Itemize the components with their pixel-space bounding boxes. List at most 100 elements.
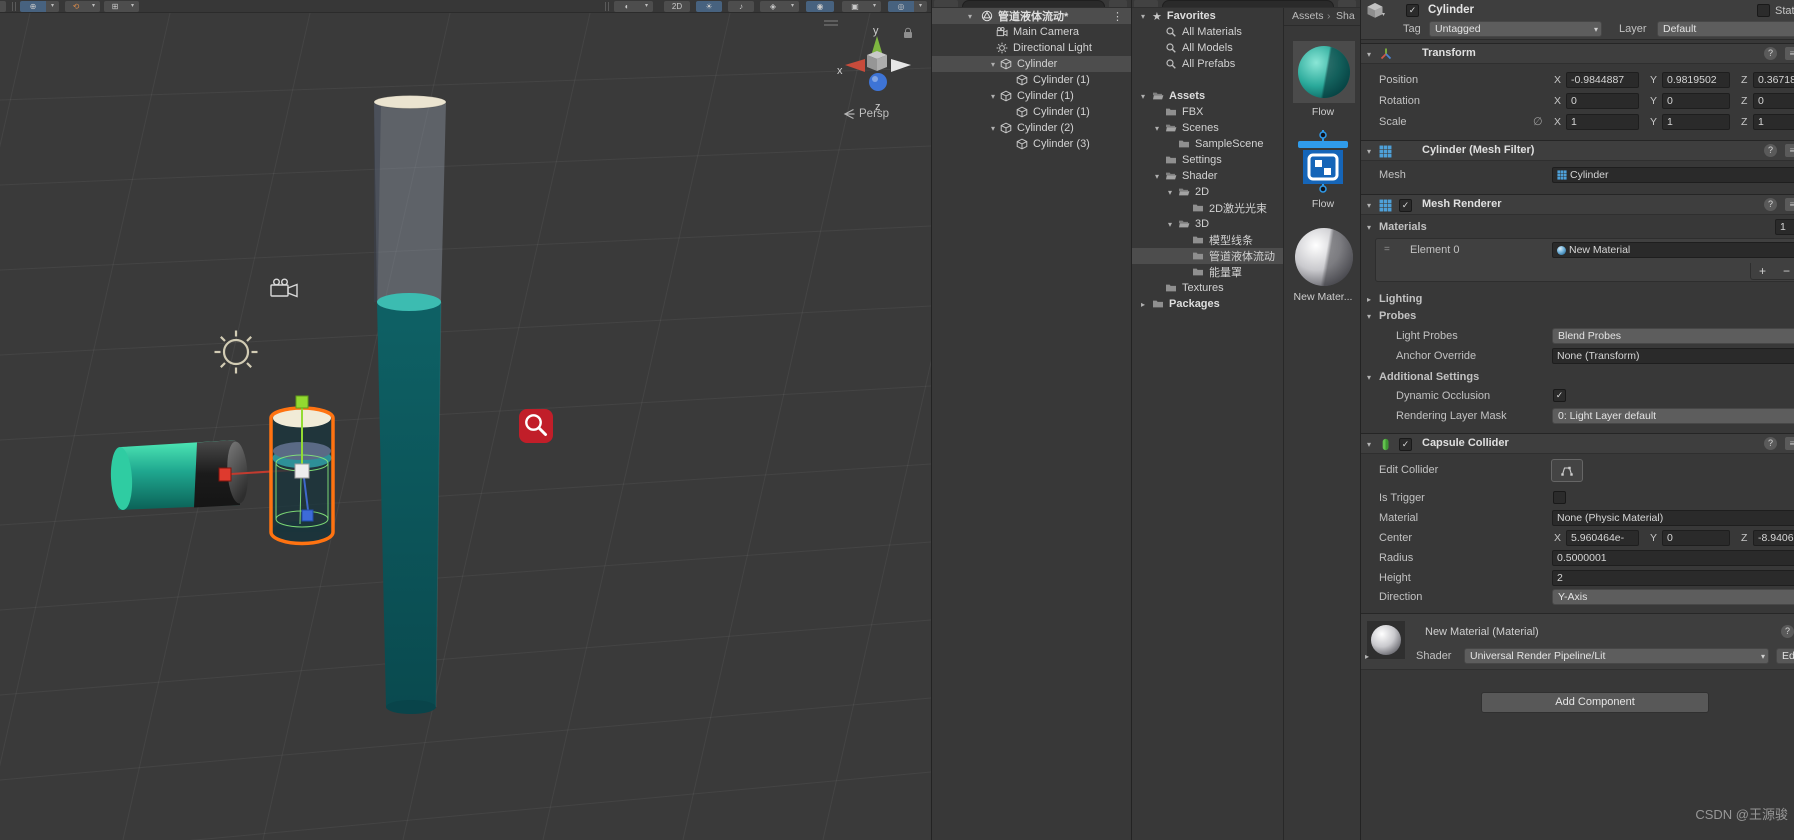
preset-icon[interactable]: ≡	[1785, 144, 1794, 157]
gameobject-active-checkbox[interactable]: ✓	[1406, 4, 1419, 17]
effects-toggle[interactable]: ◈	[760, 1, 786, 12]
shader-edit-button[interactable]: Edit	[1776, 648, 1794, 664]
gizmo-right-axis[interactable]	[891, 59, 911, 72]
foldout-icon[interactable]: ▸	[1138, 300, 1148, 309]
project-all-materials[interactable]: All Materials	[1132, 24, 1283, 40]
magnifier-badge-gizmo[interactable]	[519, 409, 553, 443]
position-y-field[interactable]: 0.9819502	[1662, 72, 1730, 88]
project-settings[interactable]: Settings	[1132, 152, 1283, 168]
tool-handle-position-dropdown[interactable]: ▾	[46, 1, 59, 12]
scene-viewport-canvas[interactable]	[0, 13, 931, 840]
gizmo-z-axis[interactable]	[869, 73, 887, 91]
hierarchy-item-main-camera[interactable]: Main Camera	[932, 24, 1131, 40]
probes-label[interactable]: Probes	[1379, 310, 1416, 322]
light-probes-dropdown[interactable]: Blend Probes	[1552, 328, 1794, 344]
preset-icon[interactable]: ≡	[1785, 47, 1794, 60]
additional-settings-label[interactable]: Additional Settings	[1379, 371, 1479, 383]
hierarchy-item-directional-light[interactable]: Directional Light	[932, 40, 1131, 56]
tag-dropdown[interactable]: Untagged ▾	[1429, 21, 1602, 37]
materials-size-field[interactable]: 1	[1775, 219, 1794, 235]
preset-icon[interactable]: ≡	[1785, 198, 1794, 211]
cropped-tool-button[interactable]	[0, 1, 6, 12]
breadcrumb[interactable]: Assets › Sha	[1284, 8, 1360, 26]
asset-label[interactable]: New Mater...	[1284, 291, 1360, 303]
project-search-input[interactable]	[1162, 0, 1334, 7]
remove-material-button[interactable]: −	[1783, 264, 1790, 278]
foldout-icon[interactable]: ▾	[1367, 440, 1371, 449]
hierarchy-filter-icon[interactable]	[1109, 0, 1127, 7]
asset-thumb-new-material[interactable]	[1293, 226, 1355, 288]
create-button[interactable]	[1134, 0, 1158, 7]
material-foldout-icon[interactable]: ▸	[1365, 652, 1369, 661]
rotation-y-field[interactable]: 0	[1662, 93, 1730, 109]
project-model-lines[interactable]: 模型线条	[1132, 232, 1283, 248]
audio-toggle[interactable]: ♪	[728, 1, 754, 12]
draw-mode-button[interactable]: ◐	[614, 1, 640, 12]
project-textures[interactable]: Textures	[1132, 280, 1283, 296]
add-material-button[interactable]: +	[1759, 264, 1766, 278]
material-preview-thumb[interactable]	[1367, 621, 1405, 659]
scene-menu-icon[interactable]: ⋮	[1112, 10, 1123, 23]
tool-handle-rotation-button[interactable]: ⟲	[65, 1, 87, 12]
asset-label[interactable]: Flow	[1284, 198, 1360, 210]
additional-foldout-icon[interactable]: ▾	[1367, 373, 1371, 382]
radius-field[interactable]: 0.5000001	[1552, 550, 1794, 566]
rotation-x-field[interactable]: 0	[1566, 93, 1639, 109]
constrain-proportions-icon[interactable]: ∅	[1533, 115, 1543, 128]
move-gizmo-center[interactable]	[294, 463, 310, 479]
project-energy-shield[interactable]: 能量罩	[1132, 264, 1283, 280]
scene-lighting-toggle[interactable]: ☀	[696, 1, 722, 12]
probes-foldout-icon[interactable]: ▾	[1367, 312, 1371, 321]
add-component-button[interactable]: Add Component	[1481, 692, 1709, 713]
foldout-icon[interactable]: ▾	[1138, 12, 1148, 21]
foldout-icon[interactable]: ▾	[988, 124, 998, 133]
project-all-prefabs[interactable]: All Prefabs	[1132, 56, 1283, 72]
camera-gizmo[interactable]	[270, 278, 298, 298]
scene-visibility-toggle[interactable]: ◉	[806, 1, 834, 12]
mesh-renderer-header[interactable]: ▾ ✓ Mesh Renderer ? ≡	[1361, 194, 1794, 215]
gizmos-toggle[interactable]: ◎	[888, 1, 914, 12]
grid-snapping-dropdown[interactable]: ▾	[126, 1, 139, 12]
tool-handle-rotation-dropdown[interactable]: ▾	[87, 1, 100, 12]
gizmos-dropdown[interactable]: ▾	[914, 1, 927, 12]
project-options-icon[interactable]	[1338, 0, 1356, 7]
directional-light-gizmo[interactable]	[214, 330, 258, 374]
x-axis-handle[interactable]	[218, 467, 232, 482]
materials-label[interactable]: Materials	[1379, 221, 1427, 233]
z-axis-handle[interactable]	[301, 509, 314, 522]
scale-y-field[interactable]: 1	[1662, 114, 1730, 130]
foldout-icon[interactable]: ▾	[1367, 147, 1371, 156]
foldout-icon[interactable]: ▾	[1165, 188, 1175, 197]
foldout-icon[interactable]: ▾	[1165, 220, 1175, 229]
help-icon[interactable]: ?	[1781, 625, 1794, 638]
camera-settings-button[interactable]: ▣	[842, 1, 868, 12]
height-field[interactable]: 2	[1552, 570, 1794, 586]
hierarchy-item-cylinder-1[interactable]: ▾ Cylinder (1)	[932, 88, 1131, 104]
hierarchy-search-input[interactable]	[962, 0, 1105, 7]
static-checkbox[interactable]	[1757, 4, 1770, 17]
element0-object-field[interactable]: New Material	[1552, 242, 1794, 258]
camera-settings-dropdown[interactable]: ▾	[868, 1, 881, 12]
foldout-icon[interactable]: ▾	[1152, 172, 1162, 181]
gizmo-x-axis[interactable]	[845, 59, 865, 72]
foldout-icon[interactable]: ▾	[965, 12, 975, 21]
shader-dropdown[interactable]: Universal Render Pipeline/Lit ▾	[1464, 648, 1769, 664]
perspective-toggle[interactable]: Persp	[842, 106, 922, 122]
project-fbx[interactable]: FBX	[1132, 104, 1283, 120]
is-trigger-checkbox[interactable]	[1553, 491, 1566, 504]
center-z-field[interactable]: -8.9406	[1753, 530, 1794, 546]
hierarchy-scene-row[interactable]: ▾ 管道液体流动* ⋮	[932, 8, 1131, 24]
foldout-icon[interactable]: ▾	[1152, 124, 1162, 133]
create-button[interactable]	[934, 0, 958, 7]
project-assets[interactable]: ▾ Assets	[1132, 88, 1283, 104]
tall-pipe-cylinder[interactable]	[373, 95, 447, 715]
position-x-field[interactable]: -0.9844887	[1566, 72, 1639, 88]
rotation-z-field[interactable]: 0	[1753, 93, 1794, 109]
icon-dropdown-arrow[interactable]: ▾	[1382, 11, 1385, 18]
component-enabled-checkbox[interactable]: ✓	[1399, 438, 1412, 451]
project-2d[interactable]: ▾ 2D	[1132, 184, 1283, 200]
tool-handle-position-button[interactable]: ⊕	[20, 1, 46, 12]
effects-dropdown[interactable]: ▾	[786, 1, 799, 12]
hierarchy-item-cylinder-2[interactable]: ▾ Cylinder (2)	[932, 120, 1131, 136]
transform-header[interactable]: ▾ Transform ? ≡	[1361, 43, 1794, 64]
